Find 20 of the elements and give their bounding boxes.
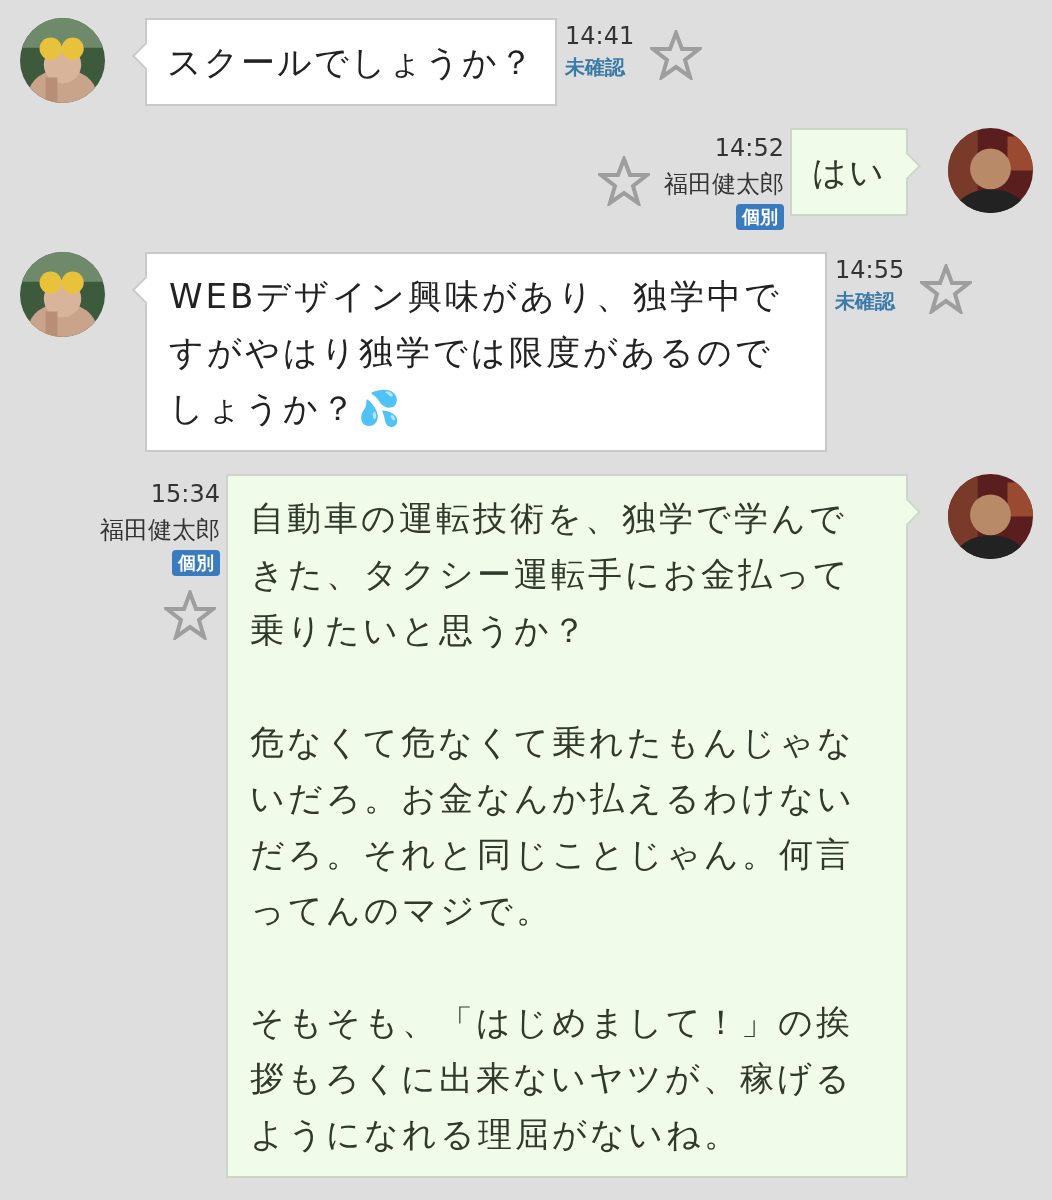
message-text: 危なくて危なくて乗れたもんじゃないだろ。お金なんか払えるわけないだろ。それと同じことじゃん。何言ってんのマジで。 <box>250 721 856 932</box>
star-icon[interactable] <box>920 264 973 314</box>
message-text: そもそも、「はじめまして！」の挨拶もろくに出来ないヤツが、稼げるようになれる理屈がないね。 <box>250 1001 854 1156</box>
message-text: WEBデザイン興味があり、独学中ですがやはり独学では限度があるのでしょうか？💦 <box>169 275 784 430</box>
message-text: スクールでしょうか？ <box>167 41 535 84</box>
message-time: 14:55 <box>835 255 905 286</box>
star-icon[interactable] <box>598 156 650 206</box>
star-icon[interactable] <box>650 30 703 80</box>
private-badge: 個別 <box>736 204 784 230</box>
message-time: 14:52 <box>714 133 784 164</box>
sender-name: 福田健太郎 <box>664 169 784 200</box>
message-text: 自動車の運転技術を、独学で学んできた、タクシー運転手にお金払って乗りたいと思うか？ <box>250 497 852 652</box>
message-time: 14:41 <box>565 21 635 52</box>
star-icon[interactable] <box>164 590 216 640</box>
unread-status: 未確認 <box>565 54 627 80</box>
private-badge: 個別 <box>172 550 220 576</box>
sender-name: 福田健太郎 <box>100 515 220 546</box>
message-time: 15:34 <box>150 479 220 510</box>
unread-status: 未確認 <box>835 288 897 314</box>
message-text: はい <box>812 151 886 194</box>
